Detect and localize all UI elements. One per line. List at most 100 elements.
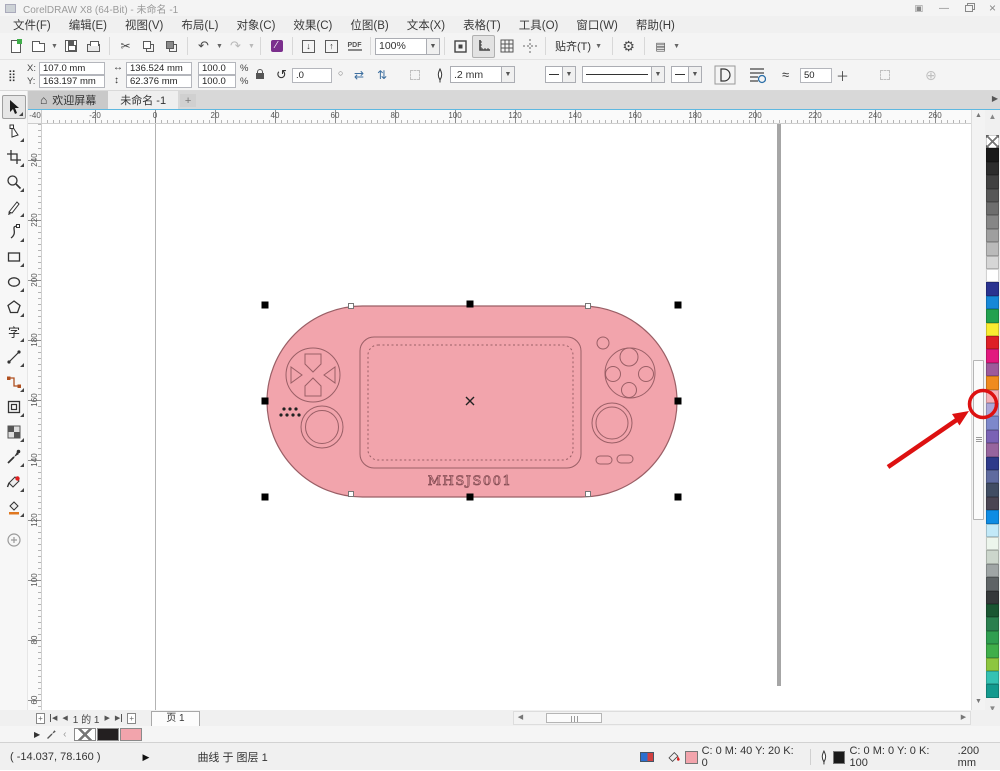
vertical-ruler[interactable]: 240 220 200 180 160 140 120 100 80 60 bbox=[28, 124, 42, 710]
palette-scroll-up-icon[interactable]: ▲ bbox=[985, 112, 1000, 121]
menu-item-6[interactable]: 位图(B) bbox=[341, 17, 397, 33]
launcher-dropdown[interactable]: ▼ bbox=[672, 43, 681, 50]
transparency-tool[interactable] bbox=[2, 420, 26, 444]
doc-palette-scroll-left-icon[interactable]: ‹ bbox=[63, 729, 66, 740]
pick-tool[interactable] bbox=[1, 95, 26, 119]
palette-swatch-9[interactable] bbox=[986, 255, 999, 269]
palette-swatch-19[interactable] bbox=[986, 389, 999, 403]
status-flyout-icon[interactable]: ▶ bbox=[143, 752, 150, 763]
print-button[interactable] bbox=[82, 35, 105, 58]
palette-swatch-22[interactable] bbox=[986, 429, 999, 444]
text-tool[interactable]: 字 bbox=[2, 320, 26, 344]
connector-tool[interactable] bbox=[2, 370, 26, 394]
scroll-up-icon[interactable]: ▲ bbox=[972, 110, 985, 122]
palette-swatch-3[interactable] bbox=[986, 175, 999, 189]
palette-swatch-21[interactable] bbox=[986, 416, 999, 430]
palette-swatch-14[interactable] bbox=[986, 322, 999, 336]
menu-item-1[interactable]: 编辑(E) bbox=[60, 17, 116, 33]
show-guidelines-button[interactable] bbox=[518, 35, 541, 58]
paste-button[interactable] bbox=[160, 35, 183, 58]
object-height-field[interactable] bbox=[126, 75, 192, 88]
combine-icon[interactable] bbox=[410, 70, 420, 80]
first-page-icon[interactable]: ◀ bbox=[50, 714, 57, 722]
palette-swatch-4[interactable] bbox=[986, 188, 999, 202]
zoom-tool[interactable] bbox=[2, 170, 26, 194]
palette-swatch-17[interactable] bbox=[986, 362, 999, 377]
outline-width-field[interactable]: .2 mm bbox=[450, 66, 502, 83]
fill-color-icon[interactable] bbox=[666, 750, 681, 764]
artistic-media-tool[interactable] bbox=[2, 220, 26, 244]
palette-swatch-no-fill[interactable] bbox=[986, 135, 999, 149]
doc-palette-flyout-icon[interactable]: ▶ bbox=[34, 730, 40, 739]
ellipse-tool[interactable] bbox=[2, 270, 26, 294]
crop-tool[interactable] bbox=[2, 145, 26, 169]
palette-swatch-11[interactable] bbox=[986, 282, 999, 296]
tab-welcome-screen[interactable]: ⌂ 欢迎屏幕 bbox=[28, 91, 109, 109]
menu-item-2[interactable]: 视图(V) bbox=[116, 17, 172, 33]
lock-ratio-icon[interactable] bbox=[256, 69, 264, 79]
corner-spin-icon[interactable]: ＋ bbox=[836, 66, 849, 85]
palette-swatch-26[interactable] bbox=[986, 483, 999, 497]
open-dropdown[interactable]: ▼ bbox=[50, 43, 59, 50]
proof-colors-icon[interactable] bbox=[640, 752, 654, 762]
scroll-down-icon[interactable]: ▼ bbox=[972, 696, 985, 708]
menu-item-3[interactable]: 布局(L) bbox=[172, 17, 227, 33]
fullscreen-preview-button[interactable] bbox=[449, 35, 472, 58]
undo-dropdown[interactable]: ▼ bbox=[215, 43, 224, 50]
menu-item-11[interactable]: 帮助(H) bbox=[627, 17, 684, 33]
doc-swatch-no-fill[interactable] bbox=[73, 727, 96, 741]
palette-swatch-18[interactable] bbox=[986, 376, 999, 390]
tab-document[interactable]: 未命名 -1 bbox=[108, 91, 179, 109]
last-page-icon[interactable]: ▶ bbox=[115, 714, 123, 722]
export-button[interactable]: ↑ bbox=[320, 35, 343, 58]
show-rulers-button[interactable] bbox=[472, 34, 495, 58]
scroll-left-icon[interactable]: ◀ bbox=[514, 712, 527, 724]
next-page-icon[interactable]: ▶ bbox=[104, 714, 109, 722]
palette-swatch-15[interactable] bbox=[986, 336, 999, 350]
doc-swatch-1[interactable] bbox=[96, 727, 119, 741]
palette-swatch-29[interactable] bbox=[986, 523, 999, 537]
redo-dropdown[interactable]: ▼ bbox=[247, 43, 256, 50]
cut-button[interactable]: ✂ bbox=[114, 35, 137, 58]
close-button[interactable]: × bbox=[989, 1, 996, 15]
rectangle-tool[interactable] bbox=[2, 245, 26, 269]
x-position-field[interactable] bbox=[39, 62, 105, 75]
palette-swatch-34[interactable] bbox=[986, 590, 999, 604]
scale-v-field[interactable] bbox=[198, 75, 236, 88]
new-tab-button[interactable]: + bbox=[180, 94, 197, 107]
palette-swatch-20[interactable] bbox=[986, 403, 999, 417]
palette-swatch-30[interactable] bbox=[986, 537, 999, 551]
palette-swatch-27[interactable] bbox=[986, 496, 999, 511]
shape-tool[interactable] bbox=[2, 120, 26, 144]
horizontal-scroll-thumb[interactable] bbox=[546, 713, 602, 723]
palette-swatch-2[interactable] bbox=[986, 161, 999, 176]
open-button[interactable] bbox=[27, 35, 50, 58]
text-wrap-icon[interactable] bbox=[748, 66, 766, 84]
palette-swatch-28[interactable] bbox=[986, 510, 999, 524]
palette-swatch-1[interactable] bbox=[986, 148, 999, 162]
palette-swatch-40[interactable] bbox=[986, 671, 999, 685]
polygon-tool[interactable] bbox=[2, 295, 26, 319]
options-button[interactable]: ⚙ bbox=[617, 35, 640, 58]
corner-value-field[interactable] bbox=[800, 68, 832, 83]
add-page-before-button[interactable]: + bbox=[36, 712, 45, 724]
doc-swatch-2[interactable] bbox=[119, 727, 142, 741]
copy-button[interactable] bbox=[137, 35, 160, 58]
add-tools-button[interactable] bbox=[2, 528, 26, 552]
vertical-scroll-thumb[interactable] bbox=[973, 360, 984, 520]
palette-swatch-31[interactable] bbox=[986, 550, 999, 564]
maximize-button[interactable] bbox=[964, 4, 973, 12]
palette-swatch-25[interactable] bbox=[986, 470, 999, 484]
dimension-tool[interactable] bbox=[2, 345, 26, 369]
fill-color-swatch[interactable] bbox=[684, 750, 698, 764]
mirror-vertical-icon[interactable]: ⇅ bbox=[377, 68, 387, 82]
doc-palette-eyedropper-icon[interactable] bbox=[46, 728, 58, 740]
interactive-fill-tool[interactable] bbox=[2, 470, 26, 494]
drawing-canvas[interactable]: MHSJS001 bbox=[42, 124, 971, 710]
smart-fill-tool[interactable] bbox=[2, 495, 26, 519]
application-launcher-button[interactable]: ▤ bbox=[649, 35, 672, 58]
palette-swatch-12[interactable] bbox=[986, 295, 999, 310]
arrow-end-dropdown[interactable]: ▼ bbox=[689, 66, 702, 83]
search-content-button[interactable]: ⁄ bbox=[265, 35, 288, 58]
redo-button[interactable]: ↷ bbox=[224, 35, 247, 58]
